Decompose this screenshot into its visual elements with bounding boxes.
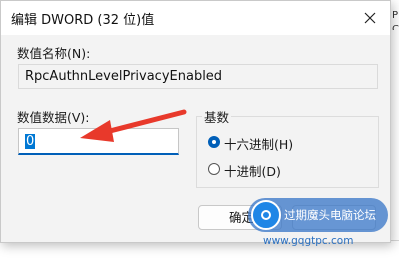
watermark-logo-icon bbox=[251, 200, 281, 230]
hex-radio[interactable] bbox=[208, 136, 220, 148]
value-name-field: RpcAuthnLevelPrivacyEnabled bbox=[18, 64, 378, 89]
annotation-arrow bbox=[80, 109, 187, 142]
dialog-title: 编辑 DWORD (32 位)值 bbox=[11, 13, 155, 28]
decimal-radio-label[interactable]: 十进制(D) bbox=[224, 161, 281, 180]
watermark-url: www.gqgtpc.com bbox=[263, 235, 354, 247]
watermark-text: 过期魔头电脑论坛 bbox=[284, 208, 376, 222]
close-icon bbox=[364, 12, 376, 24]
background-text-fragment: P bbox=[392, 10, 399, 21]
decimal-radio[interactable] bbox=[208, 163, 220, 175]
value-name-label: 数值名称(N): bbox=[17, 46, 91, 61]
close-button[interactable] bbox=[350, 1, 390, 35]
base-label: 基数 bbox=[202, 107, 232, 126]
value-data-text: 0 bbox=[25, 134, 36, 149]
hex-radio-label[interactable]: 十六进制(H) bbox=[224, 134, 293, 153]
dialog-titlebar[interactable]: 编辑 DWORD (32 位)值 bbox=[1, 1, 390, 35]
